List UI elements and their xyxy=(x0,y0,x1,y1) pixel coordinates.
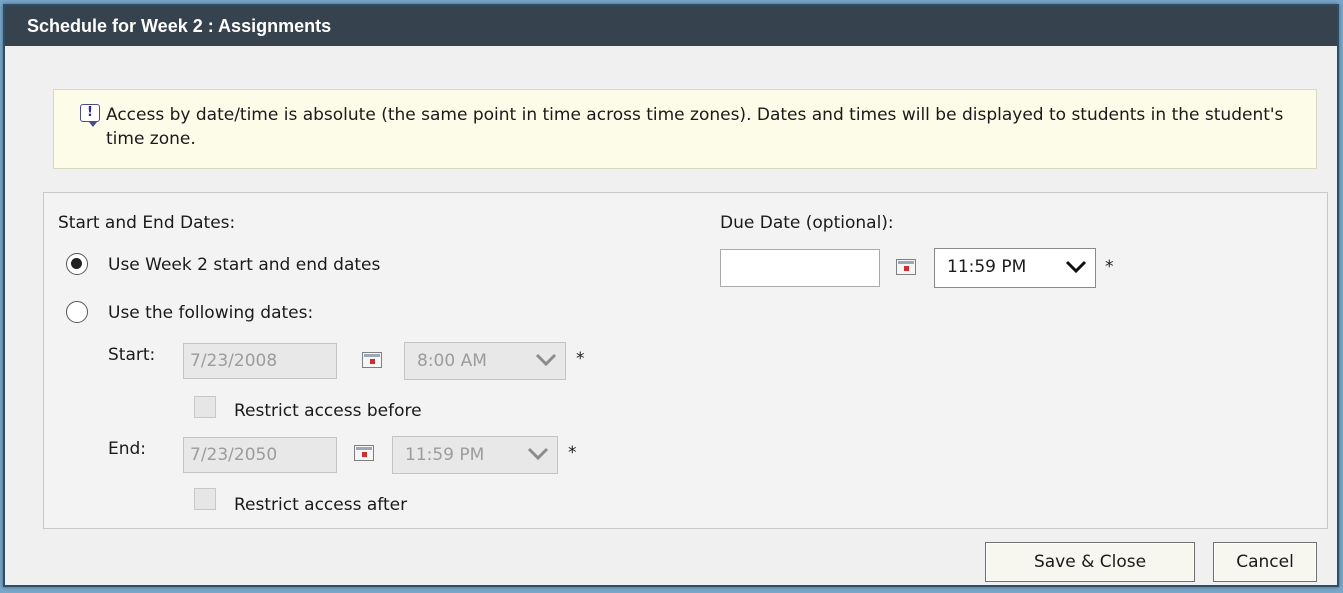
chevron-down-icon xyxy=(527,447,549,461)
radio-use-following-dates-label[interactable]: Use the following dates: xyxy=(108,303,313,323)
restrict-after-checkbox[interactable] xyxy=(194,488,216,510)
start-time-value: 8:00 AM xyxy=(417,351,487,371)
due-time-value: 11:59 PM xyxy=(947,257,1027,277)
chevron-down-icon xyxy=(1065,260,1087,274)
schedule-panel: Start and End Dates: Use Week 2 start an… xyxy=(43,192,1328,529)
start-end-heading: Start and End Dates: xyxy=(58,213,236,233)
due-date-heading: Due Date (optional): xyxy=(720,213,894,233)
end-calendar-icon[interactable] xyxy=(354,445,374,461)
info-banner: ! Access by date/time is absolute (the s… xyxy=(53,89,1317,169)
schedule-dialog: Schedule for Week 2 : Assignments ! Acce… xyxy=(3,4,1339,587)
radio-use-week-dates[interactable] xyxy=(66,253,88,275)
end-required-marker: * xyxy=(568,443,577,463)
restrict-before-label: Restrict access before xyxy=(234,401,422,421)
end-date-input[interactable]: 7/23/2050 xyxy=(183,437,337,473)
due-time-select[interactable]: 11:59 PM xyxy=(934,248,1096,288)
restrict-before-checkbox[interactable] xyxy=(194,396,216,418)
info-message: Access by date/time is absolute (the sam… xyxy=(106,105,1284,149)
dialog-title: Schedule for Week 2 : Assignments xyxy=(5,6,1337,46)
restrict-after-label: Restrict access after xyxy=(234,495,408,515)
start-time-select[interactable]: 8:00 AM xyxy=(404,342,566,380)
radio-use-following-dates[interactable] xyxy=(66,301,88,323)
info-speech-icon: ! xyxy=(80,104,100,127)
due-date-input[interactable] xyxy=(720,249,880,287)
end-time-value: 11:59 PM xyxy=(405,445,485,465)
due-required-marker: * xyxy=(1105,257,1114,277)
start-calendar-icon[interactable] xyxy=(362,352,382,368)
end-time-select[interactable]: 11:59 PM xyxy=(392,436,558,474)
start-label: Start: xyxy=(108,345,156,365)
end-label: End: xyxy=(108,439,147,459)
chevron-down-icon xyxy=(535,353,557,367)
radio-use-week-dates-label[interactable]: Use Week 2 start and end dates xyxy=(108,255,380,275)
due-calendar-icon[interactable] xyxy=(896,259,916,275)
start-required-marker: * xyxy=(576,349,585,369)
save-close-button[interactable]: Save & Close xyxy=(985,542,1195,582)
start-date-input[interactable]: 7/23/2008 xyxy=(183,343,337,379)
cancel-button[interactable]: Cancel xyxy=(1213,542,1317,582)
